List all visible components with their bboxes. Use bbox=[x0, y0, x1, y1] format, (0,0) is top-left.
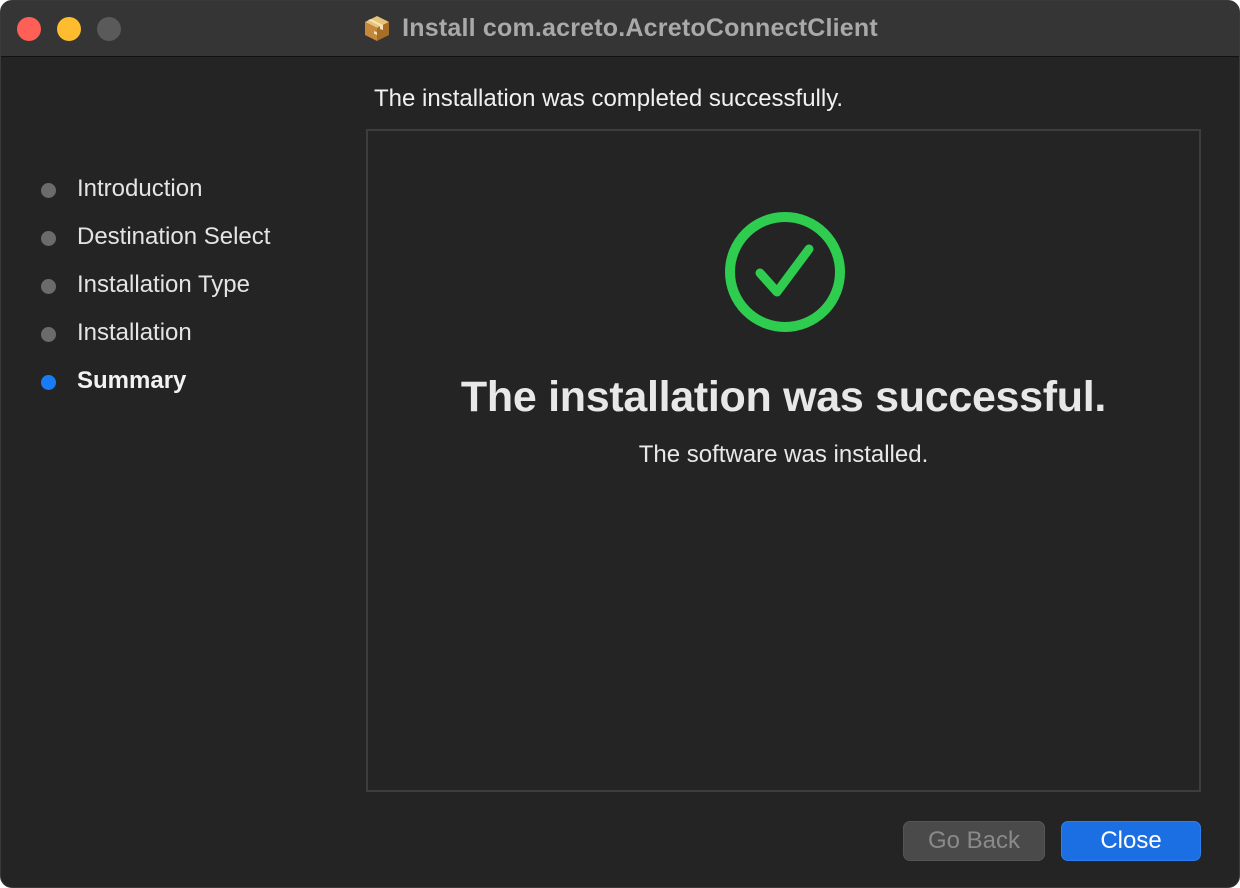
step-dot-icon bbox=[41, 327, 56, 342]
status-heading: The installation was completed successfu… bbox=[374, 85, 844, 112]
success-subtitle: The software was installed. bbox=[638, 441, 929, 468]
installer-window: Install com.acreto.AcretoConnectClient T… bbox=[0, 0, 1240, 888]
step-label: Introduction bbox=[77, 175, 203, 202]
step-introduction: Introduction bbox=[1, 166, 341, 214]
step-label: Installation Type bbox=[77, 271, 251, 298]
summary-panel: The installation was successful. The sof… bbox=[366, 129, 1201, 792]
step-destination-select: Destination Select bbox=[1, 214, 341, 262]
window-title-text: Install com.acreto.AcretoConnectClient bbox=[402, 13, 878, 42]
step-label: Installation bbox=[77, 319, 192, 346]
step-label: Destination Select bbox=[77, 223, 271, 250]
close-button[interactable]: Close bbox=[1061, 821, 1201, 861]
step-label-active: Summary bbox=[77, 367, 187, 394]
step-dot-icon bbox=[41, 279, 56, 294]
title-bar[interactable]: Install com.acreto.AcretoConnectClient bbox=[1, 1, 1239, 57]
steps-sidebar: Introduction Destination Select Installa… bbox=[1, 166, 341, 406]
step-dot-icon bbox=[41, 183, 56, 198]
step-installation: Installation bbox=[1, 310, 341, 358]
step-summary: Summary bbox=[1, 358, 341, 406]
step-dot-icon bbox=[41, 231, 56, 246]
go-back-button: Go Back bbox=[903, 821, 1045, 861]
success-title: The installation was successful. bbox=[460, 373, 1107, 421]
active-step-dot-icon bbox=[41, 375, 56, 390]
window-title: Install com.acreto.AcretoConnectClient bbox=[1, 13, 1239, 43]
checkmark-circle-icon bbox=[725, 212, 845, 332]
step-installation-type: Installation Type bbox=[1, 262, 341, 310]
package-icon bbox=[365, 16, 390, 41]
